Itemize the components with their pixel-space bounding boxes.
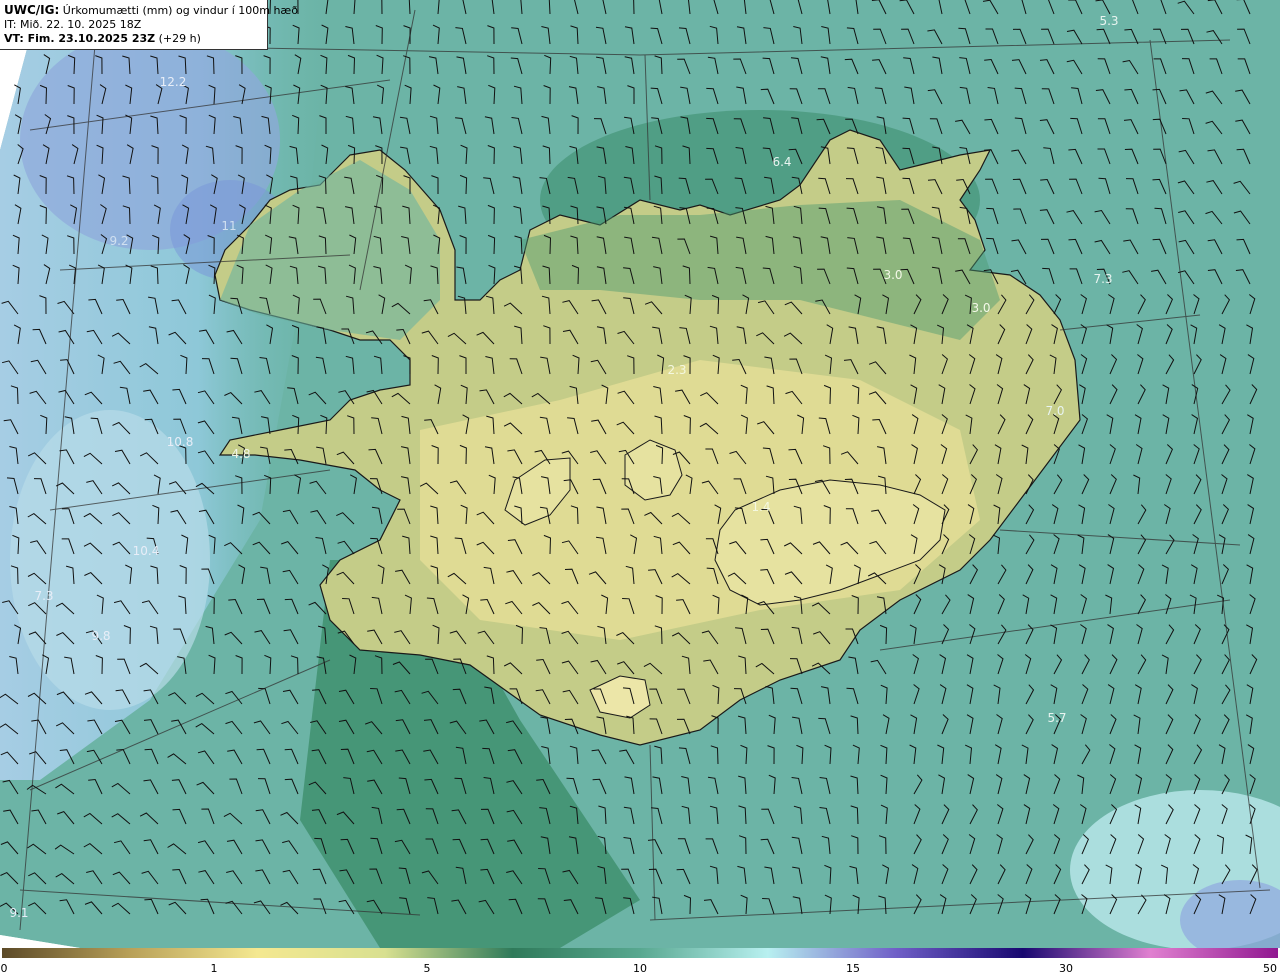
precip-value-label: 6.4 (772, 155, 791, 169)
colorbar-tick: 50 (1263, 962, 1277, 975)
lead-time: (+29 h) (155, 32, 201, 45)
colorbar-tick: 15 (846, 962, 860, 975)
precip-value-label: 5.7 (1047, 711, 1066, 725)
precip-value-label: 9.1 (9, 906, 28, 920)
precip-value-label: 7.0 (1045, 404, 1064, 418)
colorbar: 0 1 5 10 15 30 50 (0, 948, 1280, 978)
info-box: UWC/IG: Úrkomumætti (mm) og vindur í 100… (0, 0, 298, 50)
precip-value-label: 10.8 (167, 435, 194, 449)
precip-value-label: 7.3 (34, 589, 53, 603)
colorbar-tick: 1 (210, 962, 218, 975)
precip-value-label: 5.3 (1099, 14, 1118, 28)
init-time: IT: Mið. 22. 10. 2025 18Z (4, 18, 142, 31)
west-light (10, 410, 210, 710)
precip-value-label: 1.4 (751, 500, 770, 514)
precip-value-label: 9.2 (109, 234, 128, 248)
colorbar-tick: 0 (0, 962, 8, 975)
colorbar-tick: 5 (423, 962, 431, 975)
precip-value-label: 9.8 (91, 629, 110, 643)
product-title: Úrkomumætti (mm) og vindur í 100m hæð (59, 4, 298, 17)
colorbar-tick: 10 (633, 962, 647, 975)
colorbar-strip (2, 948, 1278, 958)
valid-time: VT: Fim. 23.10.2025 23Z (4, 32, 156, 45)
precip-value-label: 10.4 (133, 544, 160, 558)
precip-value-label: 12.2 (160, 75, 187, 89)
map-canvas: 12.2 5.3 6.4 3.0 3.0 7.3 7.0 9.2 11 10.8 4.8 10.4 7.… (0, 0, 1280, 948)
product-code: UWC/IG: (4, 3, 60, 17)
colorbar-tick: 30 (1059, 962, 1073, 975)
forecast-map: 12.2 5.3 6.4 3.0 3.0 7.3 7.0 9.2 11 10.8 4.8 10.4 7.… (0, 0, 1280, 948)
precip-value-label: 4.8 (231, 447, 250, 461)
precip-value-label: 3.0 (883, 268, 902, 282)
precip-value-label: 3.0 (971, 301, 990, 315)
precip-value-label: 2.3 (667, 363, 686, 377)
precip-value-label: 7.3 (1093, 272, 1112, 286)
precip-value-label: 11 (221, 219, 236, 233)
